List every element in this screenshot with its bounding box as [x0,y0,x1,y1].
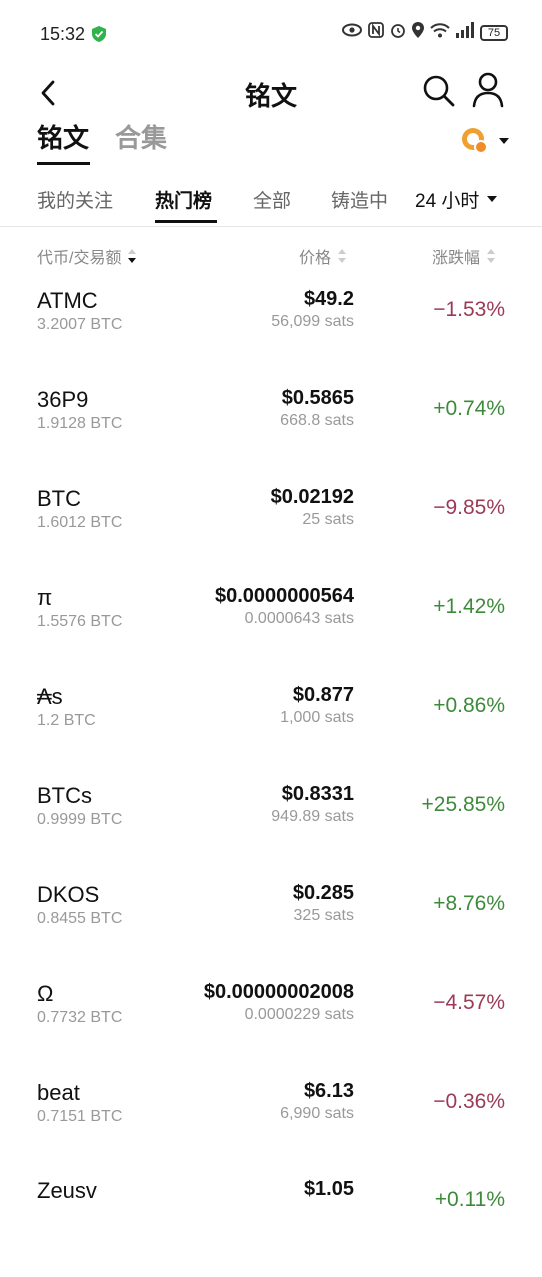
bitcoin-coin-icon [462,128,488,154]
token-row[interactable]: 36P9 1.9128 BTC $0.5865 668.8 sats +0.74… [0,387,542,486]
location-icon [412,22,424,43]
sort-desc-icon [128,249,137,263]
token-price-sats: 25 sats [302,511,354,528]
token-volume: 1.9128 BTC [37,415,123,432]
caret-down-icon [499,138,509,144]
tab-my-watchlist[interactable]: 我的关注 [37,186,113,213]
token-price: $0.285 [292,882,354,904]
token-change: −9.85% [433,496,505,519]
token-symbol: beat [37,1080,80,1105]
token-price-sats: 949.89 sats [271,808,354,825]
token-volume: 1.6012 BTC [37,514,123,531]
sub-tabs: 我的关注 热门榜 全部 铸造中 24 小时 [0,180,542,227]
token-change: +1.42% [433,595,505,618]
column-token-label: 代币/交易额 [37,250,122,267]
token-change: +0.11% [434,1188,505,1211]
token-change: −4.57% [433,991,505,1014]
token-row[interactable]: Zeusv $1.05 +0.11% [0,1178,542,1277]
token-price: $1.05 [303,1178,354,1200]
tab-trending[interactable]: 热门榜 [155,186,212,213]
tab-minting[interactable]: 铸造中 [331,186,388,213]
token-price: $0.0000000564 [214,585,354,607]
status-bar: 15:32 75 [0,0,542,66]
chain-selector[interactable] [460,126,510,156]
page-title: 铭文 [244,81,297,111]
token-volume: 0.7151 BTC [37,1108,123,1125]
token-volume: 3.2007 BTC [37,316,123,333]
token-price-sats: 325 sats [293,907,354,924]
period-selector[interactable]: 24 小时 [415,186,498,213]
search-icon[interactable] [422,74,456,113]
token-change: +0.74% [433,397,505,420]
token-symbol: BTC [37,486,81,511]
column-headers: 代币/交易额 价格 涨跌幅 [0,244,542,270]
top-tabs: 铭文 合集 [0,118,542,168]
token-price: $0.00000002008 [203,981,354,1003]
period-label: 24 小时 [415,191,480,212]
token-row[interactable]: ATMC 3.2007 BTC $49.2 56,099 sats −1.53% [0,288,542,387]
caret-down-icon [487,196,498,202]
alarm-icon [390,22,406,43]
status-icons: 75 [342,22,508,43]
token-change: −1.53% [433,298,505,321]
token-volume: 1.2 BTC [37,712,96,729]
token-price: $0.8331 [281,783,354,805]
token-price-sats: 6,990 sats [280,1105,354,1122]
token-price: $0.877 [292,684,354,706]
column-change-label: 涨跌幅 [432,250,481,267]
wifi-icon [430,22,450,43]
eye-icon [342,23,362,42]
tab-all[interactable]: 全部 [253,186,291,213]
token-row[interactable]: BTC 1.6012 BTC $0.02192 25 sats −9.85% [0,486,542,585]
active-tab-underline [37,162,90,165]
token-symbol: BTCs [37,783,92,808]
profile-icon[interactable] [472,72,504,113]
token-price-sats: 668.8 sats [280,412,354,429]
sort-token-volume[interactable]: 代币/交易额 [37,244,137,268]
token-symbol: Zeusv [37,1178,97,1203]
token-symbol: Ω [37,981,54,1006]
sort-icon [487,249,496,263]
token-price-sats: 0.0000229 sats [244,1006,354,1023]
token-volume: 1.5576 BTC [37,613,123,630]
sort-change[interactable]: 涨跌幅 [432,244,496,268]
tab-inscriptions[interactable]: 铭文 [37,118,89,155]
battery-icon: 75 [480,24,508,41]
token-price-sats: 0.0000643 sats [244,610,354,627]
tab-collections[interactable]: 合集 [115,118,167,155]
token-price: $0.02192 [270,486,354,508]
token-symbol: ATMC [37,288,98,313]
token-price-sats: 1,000 sats [280,709,354,726]
token-change: −0.36% [433,1090,505,1113]
token-row[interactable]: DKOS 0.8455 BTC $0.285 325 sats +8.76% [0,882,542,981]
token-price: $49.2 [303,288,354,310]
token-volume: 0.8455 BTC [37,910,123,927]
sort-price[interactable]: 价格 [299,244,347,268]
token-change: +25.85% [421,793,506,816]
token-symbol: DKOS [37,882,100,907]
status-time: 15:32 [40,24,86,44]
token-symbol: ₳s [37,684,63,709]
token-volume: 0.7732 BTC [37,1009,123,1026]
token-row[interactable]: π 1.5576 BTC $0.0000000564 0.0000643 sat… [0,585,542,684]
token-change: +8.76% [433,892,505,915]
token-change: +0.86% [433,694,505,717]
nfc-icon [368,22,384,43]
column-price-label: 价格 [299,250,332,267]
active-subtab-underline [155,220,217,223]
token-volume: 0.9999 BTC [37,811,123,828]
token-price: $0.5865 [281,387,354,409]
shield-icon [92,26,106,47]
app-header: 铭文 [0,66,542,120]
token-price: $6.13 [303,1080,354,1102]
token-price-sats: 56,099 sats [271,313,354,330]
token-row[interactable]: BTCs 0.9999 BTC $0.8331 949.89 sats +25.… [0,783,542,882]
sort-icon [338,249,347,263]
token-symbol: π [37,585,53,610]
token-row[interactable]: beat 0.7151 BTC $6.13 6,990 sats −0.36% [0,1080,542,1179]
token-row[interactable]: ₳s 1.2 BTC $0.877 1,000 sats +0.86% [0,684,542,783]
token-symbol: 36P9 [37,387,89,412]
signal-icon [456,22,474,43]
token-row[interactable]: Ω 0.7732 BTC $0.00000002008 0.0000229 sa… [0,981,542,1080]
